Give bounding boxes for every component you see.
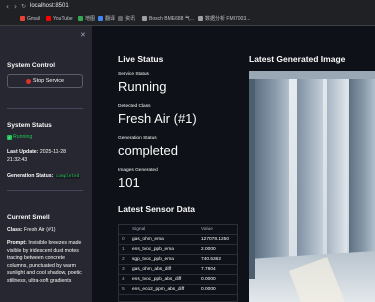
sensor-data-heading: Latest Sensor Data xyxy=(118,204,195,214)
bookmark-youtube[interactable]: YouTube xyxy=(46,15,73,24)
sidebar: ✕ System Control Stop Service System Sta… xyxy=(0,26,92,302)
bookmark-bosch[interactable]: Bosch BME688 气... xyxy=(142,15,194,24)
bookmark-translate[interactable]: 翻译 xyxy=(98,15,115,24)
stop-icon xyxy=(25,78,31,84)
live-status-heading: Live Status xyxy=(118,54,164,64)
smell-prompt: Prompt: Invisible breezes made visible b… xyxy=(7,240,82,284)
gmail-icon xyxy=(20,16,25,21)
check-icon: ✓ xyxy=(7,135,12,140)
bookmark-data-analysis[interactable]: 数据分析 FMI7003... xyxy=(198,15,250,24)
divider xyxy=(7,108,83,109)
divider xyxy=(7,190,83,191)
table-row: 5 ens_eco2_ppm_abs_diff 0.0000 xyxy=(119,285,237,295)
generation-status-value: completed xyxy=(118,143,178,158)
detected-class-value: Fresh Air (#1) xyxy=(118,111,197,126)
table-row: 4 ens_tvoc_ppb_abs_diff 0.0000 xyxy=(119,275,237,285)
doc-icon xyxy=(198,16,203,21)
browser-chrome: ‹ › ↻ localhost:8501 Gmail YouTube 地图 翻译… xyxy=(0,0,375,26)
address-bar[interactable]: localhost:8501 xyxy=(30,2,69,11)
generation-status: Generation Status: completed xyxy=(7,173,81,179)
table-header: Signal Value xyxy=(119,225,237,235)
images-generated-label: Images Generated xyxy=(118,168,158,173)
smell-class: Class: Fresh Air (#1) xyxy=(7,227,56,233)
browser-toolbar: ‹ › ↻ localhost:8501 xyxy=(0,0,375,13)
table-row: 0 gas_ohm_ema 127078.1250 xyxy=(119,235,237,245)
detected-class-label: Detected Class xyxy=(118,104,151,109)
table-row: 3 gas_ohm_abs_diff 7.7804 xyxy=(119,265,237,275)
maps-icon xyxy=(78,16,83,21)
images-generated-value: 101 xyxy=(118,175,140,190)
stop-service-button[interactable]: Stop Service xyxy=(7,74,83,88)
system-status-heading: System Status xyxy=(7,122,52,129)
service-status-label: Service Status xyxy=(118,72,149,77)
generated-image xyxy=(249,71,375,302)
service-status-value: Running xyxy=(118,79,167,94)
reload-icon[interactable]: ↻ xyxy=(19,2,28,11)
generation-status-label: Generation Status xyxy=(118,136,157,141)
sensor-table[interactable]: Signal Value 0 gas_ohm_ema 127078.1250 1 en… xyxy=(118,224,238,302)
current-smell-heading: Current Smell xyxy=(7,214,50,221)
system-control-heading: System Control xyxy=(7,62,56,69)
last-update: Last Update: 2025-11-28 21:32:43 xyxy=(7,149,67,163)
close-sidebar-icon[interactable]: ✕ xyxy=(80,31,86,39)
bookmark-news[interactable]: 资讯 xyxy=(118,15,135,24)
generated-image-heading: Latest Generated Image xyxy=(249,54,346,64)
concrete-columns-image xyxy=(249,71,375,302)
bookmark-gmail[interactable]: Gmail xyxy=(20,15,40,24)
news-icon xyxy=(118,16,123,21)
table-row: 1 ens_tvoc_ppb_ema 2.0000 xyxy=(119,245,237,255)
table-row: 2 sgp_tvoc_ppb_ema 740.5362 xyxy=(119,255,237,265)
bookmark-maps[interactable]: 地图 xyxy=(78,15,95,24)
bosch-icon xyxy=(142,16,147,21)
bookmarks-bar: Gmail YouTube 地图 翻译 资讯 Bosch BME688 气...… xyxy=(0,13,375,26)
translate-icon xyxy=(98,16,103,21)
main-content: Live Status Service Status Running Detec… xyxy=(92,26,375,302)
youtube-icon xyxy=(46,16,51,21)
status-indicator: ✓ Running xyxy=(7,134,33,140)
